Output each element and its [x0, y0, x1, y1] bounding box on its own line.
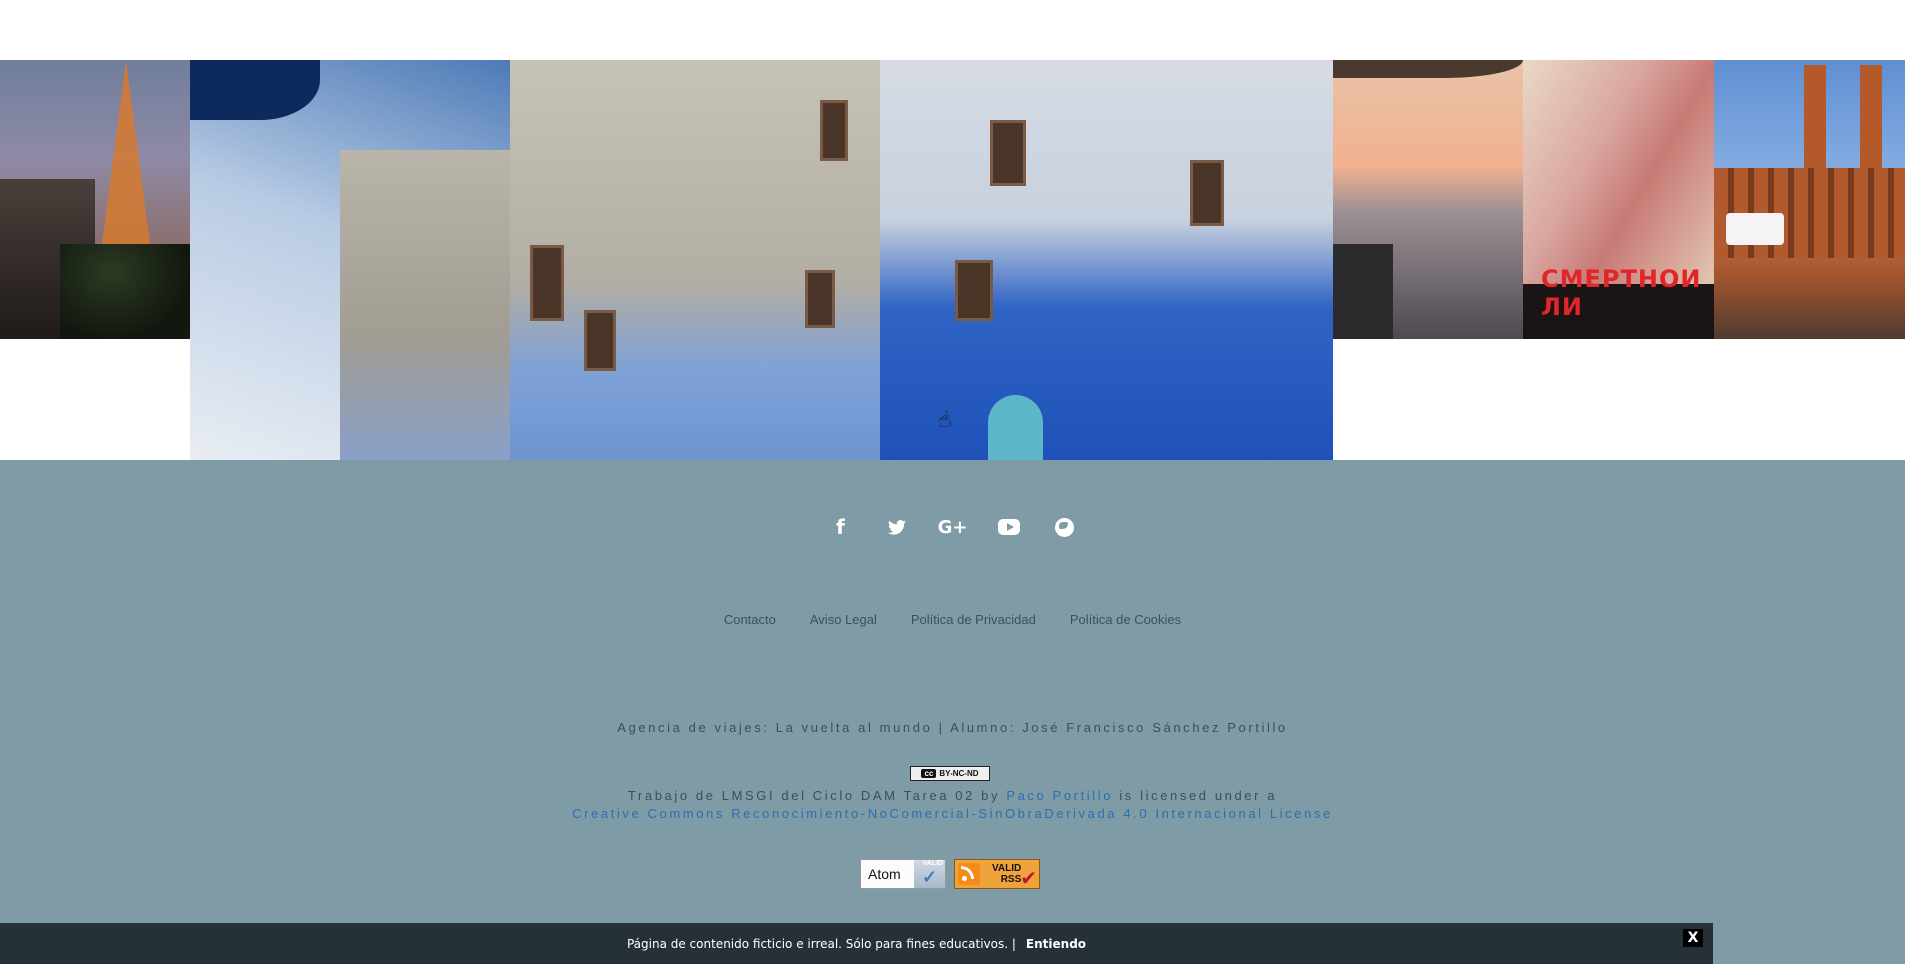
- cookie-message: Página de contenido ficticio e irreal. S…: [626, 936, 1016, 951]
- legal-links: Contacto Aviso Legal Política de Privaci…: [0, 612, 1905, 627]
- blue-town-photo[interactable]: ☝: [190, 60, 1333, 460]
- site-footer: f G+ Contacto Aviso Legal Política de Pr…: [0, 460, 1905, 964]
- trees-shape: [60, 244, 190, 339]
- photo-gallery: ☝ СМЕРТНОИ ЛИ: [0, 60, 1905, 460]
- wall-center: [510, 60, 940, 460]
- author-link[interactable]: Paco Portillo: [1006, 788, 1113, 803]
- eiffel-tower-photo[interactable]: [0, 60, 190, 339]
- umbrella-shape: [1333, 60, 1523, 78]
- rss-valid-badge[interactable]: VALID RSS ✔: [954, 859, 1040, 890]
- youtube-icon[interactable]: [981, 512, 1037, 542]
- tower-left: [1804, 65, 1826, 175]
- social-links: f G+: [0, 512, 1905, 542]
- link-politica-privacidad[interactable]: Política de Privacidad: [911, 612, 1036, 627]
- globe-icon[interactable]: [1037, 512, 1093, 542]
- eiffel-tower-shape: [100, 60, 152, 260]
- van-shape: [1726, 213, 1784, 245]
- twitter-icon[interactable]: [869, 512, 925, 542]
- license-middle: is licensed under a: [1119, 788, 1278, 803]
- link-contacto[interactable]: Contacto: [724, 612, 776, 627]
- link-aviso-legal[interactable]: Aviso Legal: [810, 612, 877, 627]
- google-plus-icon[interactable]: G+: [925, 512, 981, 542]
- chair-shape: [1333, 244, 1393, 339]
- kiss-mural-photo[interactable]: СМЕРТНОИ ЛИ: [1523, 60, 1714, 339]
- cc-license-badge[interactable]: cc BY-NC-ND: [910, 766, 990, 781]
- credit-text: Agencia de viajes: La vuelta al mundo | …: [617, 720, 1288, 735]
- window: [584, 310, 616, 371]
- wall-right: [880, 60, 1333, 460]
- tower-right: [1860, 65, 1882, 175]
- facebook-icon[interactable]: f: [813, 512, 869, 542]
- rss-label: VALID RSS: [992, 863, 1021, 885]
- youtube-play-shape: [997, 519, 1020, 535]
- check-icon: ✔: [1020, 866, 1037, 890]
- rss-rss-label: RSS: [1000, 874, 1022, 885]
- rss-valid-label: VALID: [992, 863, 1022, 874]
- cookie-bar: Página de contenido ficticio e irreal. S…: [0, 923, 1713, 964]
- globe-shape: [1055, 517, 1074, 537]
- window: [805, 270, 835, 328]
- rss-icon: [958, 863, 980, 885]
- window: [530, 245, 564, 321]
- cookie-close-button[interactable]: X: [1683, 929, 1703, 947]
- cookie-accept-button[interactable]: Entiendo: [1026, 937, 1086, 951]
- berlin-bridge-photo[interactable]: [1714, 60, 1905, 339]
- sunset-beach-photo[interactable]: [1333, 60, 1523, 339]
- window: [955, 260, 993, 321]
- cc-badge-label: BY-NC-ND: [939, 769, 979, 778]
- feed-badges: Atom VALID VALID RSS ✔: [860, 859, 1040, 890]
- atom-valid-badge[interactable]: Atom VALID: [860, 859, 946, 889]
- window: [1190, 160, 1224, 226]
- window: [990, 120, 1026, 186]
- license-prefix: Trabajo de LMSGI del Ciclo DAM Tarea 02 …: [627, 788, 1001, 803]
- door: [988, 395, 1043, 460]
- mural-text: СМЕРТНОИ ЛИ: [1541, 265, 1702, 321]
- twitter-bird-icon: [887, 519, 906, 535]
- license-text: Trabajo de LMSGI del Ciclo DAM Tarea 02 …: [0, 787, 1905, 823]
- license-link[interactable]: Creative Commons Reconocimiento-NoComerc…: [572, 806, 1333, 821]
- link-politica-cookies[interactable]: Política de Cookies: [1070, 612, 1181, 627]
- cc-mark: cc: [921, 769, 937, 778]
- atom-label: Atom: [868, 866, 901, 882]
- atom-valid-label: VALID: [914, 860, 945, 888]
- window: [820, 100, 848, 161]
